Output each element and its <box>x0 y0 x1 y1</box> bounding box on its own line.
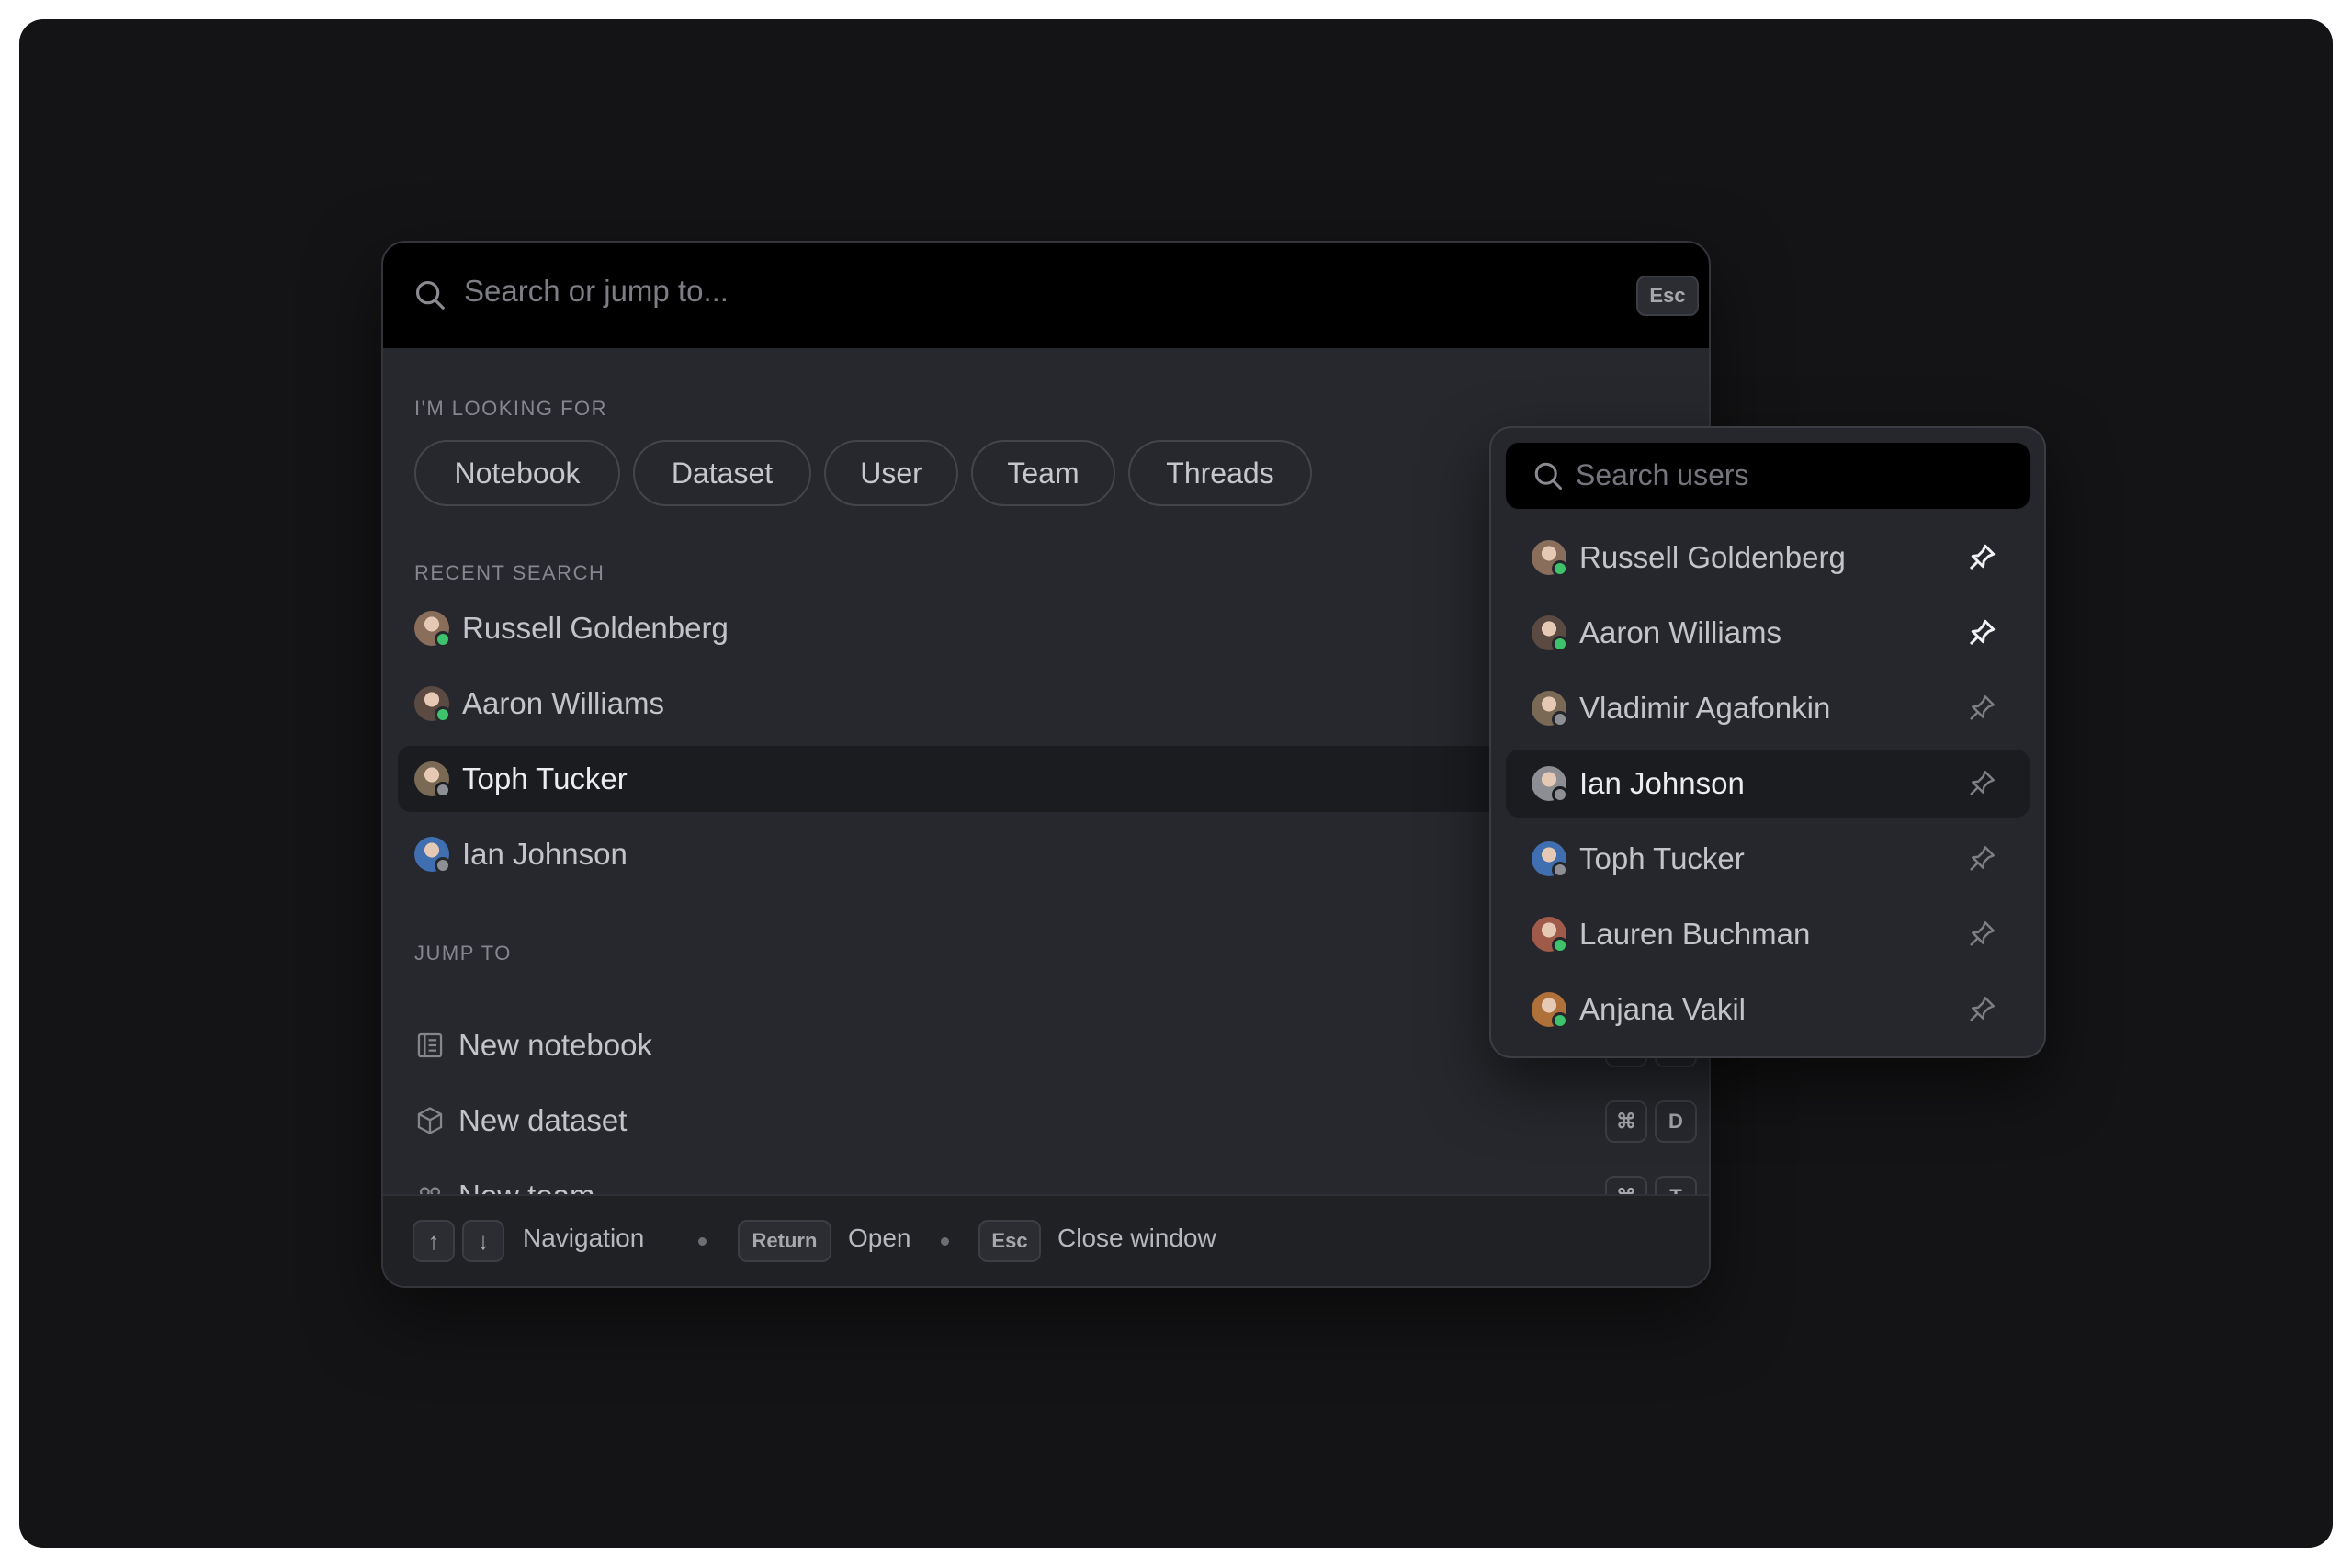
esc-shortcut-key[interactable]: Esc <box>1636 276 1699 316</box>
user-item-vladimir-agafonkin[interactable]: Vladimir Agafonkin <box>1506 674 2030 742</box>
user-item-ian-johnson[interactable]: Ian Johnson <box>1506 750 2030 818</box>
user-item-label: Toph Tucker <box>1579 841 1745 875</box>
status-dot <box>1552 937 1568 953</box>
jump-to-label: JUMP TO <box>414 942 512 964</box>
chip-notebook[interactable]: Notebook <box>414 440 620 506</box>
recent-item-label: Ian Johnson <box>462 837 628 871</box>
status-dot <box>435 631 451 648</box>
recent-search-label: RECENT SEARCH <box>414 561 605 584</box>
pin-icon[interactable] <box>1965 616 1998 649</box>
palette-footer: ↑ ↓ Navigation Return Open Esc Close win… <box>383 1194 1709 1286</box>
status-dot <box>1552 786 1568 803</box>
pin-icon[interactable] <box>1965 541 1998 574</box>
pin-icon[interactable] <box>1965 692 1998 725</box>
avatar <box>1532 615 1568 652</box>
user-item-label: Lauren Buchman <box>1579 917 1811 951</box>
separator-dot <box>698 1237 707 1246</box>
chip-dataset[interactable]: Dataset <box>633 440 811 506</box>
avatar <box>414 686 451 723</box>
search-icon <box>415 280 445 310</box>
status-dot <box>435 782 451 798</box>
close-window-hint: Close window <box>1057 1224 1216 1252</box>
jump-item-label: New dataset <box>458 1103 628 1137</box>
user-item-anjana-vakil[interactable]: Anjana Vakil <box>1506 976 2030 1043</box>
search-input[interactable]: Search or jump to... <box>464 274 729 309</box>
user-item-lauren-buchman[interactable]: Lauren Buchman <box>1506 900 2030 968</box>
recent-item-label: Aaron Williams <box>462 686 665 720</box>
user-item-label: Anjana Vakil <box>1579 992 1747 1026</box>
notebook-icon <box>417 1032 443 1058</box>
status-dot <box>1552 711 1568 728</box>
user-item-russell-goldenberg[interactable]: Russell Goldenberg <box>1506 524 2030 592</box>
search-icon <box>1534 462 1562 490</box>
arrow-down-key: ↓ <box>462 1220 504 1262</box>
pin-icon[interactable] <box>1965 842 1998 875</box>
open-hint: Open <box>848 1224 911 1252</box>
avatar <box>1532 540 1568 577</box>
avatar <box>1532 691 1568 728</box>
avatar <box>414 837 451 874</box>
recent-item-label: Russell Goldenberg <box>462 611 729 645</box>
navigation-hint: Navigation <box>523 1224 645 1252</box>
avatar <box>1532 841 1568 878</box>
chip-user[interactable]: User <box>824 440 958 506</box>
user-item-label: Vladimir Agafonkin <box>1579 691 1831 725</box>
recent-item-label: Toph Tucker <box>462 761 628 795</box>
avatar <box>414 611 451 648</box>
shortcut-key: D <box>1655 1100 1697 1143</box>
user-item-aaron-williams[interactable]: Aaron Williams <box>1506 599 2030 667</box>
avatar <box>414 761 451 798</box>
status-dot <box>435 706 451 723</box>
user-search-input[interactable]: Search users <box>1576 458 1749 492</box>
separator-dot <box>941 1237 949 1246</box>
jump-item-new-dataset[interactable]: New dataset <box>398 1088 1684 1154</box>
avatar <box>1532 917 1568 953</box>
pin-icon[interactable] <box>1965 767 1998 800</box>
return-key: Return <box>738 1220 831 1262</box>
cube-icon <box>417 1107 443 1134</box>
avatar <box>1532 766 1568 803</box>
esc-key: Esc <box>978 1220 1041 1262</box>
status-dot <box>1552 636 1568 652</box>
chip-team[interactable]: Team <box>971 440 1115 506</box>
user-item-toph-tucker[interactable]: Toph Tucker <box>1506 825 2030 893</box>
chip-threads[interactable]: Threads <box>1128 440 1312 506</box>
jump-item-label: New notebook <box>458 1028 652 1062</box>
user-item-label: Ian Johnson <box>1579 766 1745 800</box>
app-backdrop: Search or jump to... Esc I'M LOOKING FOR… <box>19 19 2333 1548</box>
looking-for-label: I'M LOOKING FOR <box>414 397 608 420</box>
status-dot <box>435 857 451 874</box>
status-dot <box>1552 560 1568 577</box>
user-search-bar[interactable]: Search users <box>1506 443 2030 509</box>
arrow-up-key: ↑ <box>413 1220 455 1262</box>
status-dot <box>1552 1012 1568 1029</box>
pin-icon[interactable] <box>1965 918 1998 951</box>
avatar <box>1532 992 1568 1029</box>
pin-icon[interactable] <box>1965 993 1998 1026</box>
user-item-label: Aaron Williams <box>1579 615 1782 649</box>
status-dot <box>1552 862 1568 878</box>
user-item-label: Russell Goldenberg <box>1579 540 1846 574</box>
shortcut-key: ⌘ <box>1605 1100 1647 1143</box>
palette-search-bar[interactable]: Search or jump to... Esc <box>383 243 1709 348</box>
user-picker-popover: Search users Russell Goldenberg Aaron Wil… <box>1489 426 2046 1058</box>
